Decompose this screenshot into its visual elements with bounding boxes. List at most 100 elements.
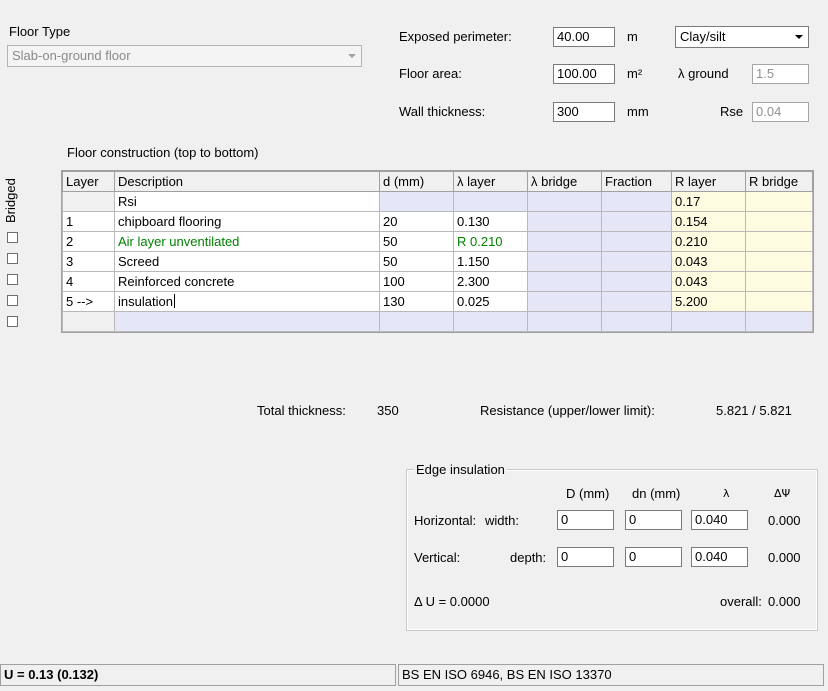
table-row[interactable]: 3 Screed 50 1.150 0.043	[62, 251, 813, 272]
layer-cell[interactable]: 4	[62, 271, 115, 292]
description-cell[interactable]: Screed	[114, 251, 380, 272]
layer-cell[interactable]: 1	[62, 211, 115, 232]
floor-area-input[interactable]: 100.00	[553, 64, 615, 84]
d-cell[interactable]: 130	[379, 291, 454, 312]
horizontal-lambda-input[interactable]: 0.040	[691, 510, 748, 530]
floor-type-select[interactable]: Slab-on-ground floor	[7, 45, 362, 67]
lambda-layer-cell[interactable]: 2.300	[453, 271, 528, 292]
bridged-checkbox-4[interactable]	[7, 295, 18, 306]
bridged-checkbox-2[interactable]	[7, 253, 18, 264]
bridged-checkbox-1[interactable]	[7, 232, 18, 243]
lambda-layer-cell[interactable]	[453, 191, 528, 212]
construction-title: Floor construction (top to bottom)	[67, 145, 259, 160]
lambda-bridge-cell[interactable]	[527, 231, 602, 252]
layer-cell[interactable]	[62, 191, 115, 212]
floor-type-value: Slab-on-ground floor	[12, 48, 131, 63]
col-header-r-bridge: R bridge	[745, 171, 813, 192]
table-row[interactable]: 5 --> insulation 130 0.025 5.200	[62, 291, 813, 312]
r-bridge-cell	[745, 191, 813, 212]
description-cell[interactable]: chipboard flooring	[114, 211, 380, 232]
table-row[interactable]: Rsi 0.17	[62, 191, 813, 212]
lambda-bridge-cell[interactable]	[527, 311, 602, 332]
exposed-perimeter-label: Exposed perimeter:	[399, 29, 512, 44]
bridged-checkbox-5[interactable]	[7, 316, 18, 327]
r-bridge-cell	[745, 271, 813, 292]
r-layer-cell: 0.210	[671, 231, 746, 252]
fraction-cell[interactable]	[601, 271, 672, 292]
description-cell-editing[interactable]: insulation	[114, 291, 380, 312]
table-row[interactable]: 1 chipboard flooring 20 0.130 0.154	[62, 211, 813, 232]
horizontal-dn-input[interactable]: 0	[625, 510, 682, 530]
soil-type-select[interactable]: Clay/silt	[675, 26, 809, 48]
col-header-r-layer: R layer	[671, 171, 746, 192]
description-edit-text[interactable]: insulation	[118, 294, 173, 309]
description-cell[interactable]: Reinforced concrete	[114, 271, 380, 292]
lambda-bridge-cell[interactable]	[527, 291, 602, 312]
d-cell[interactable]: 100	[379, 271, 454, 292]
col-header-layer: Layer	[62, 171, 115, 192]
fraction-cell[interactable]	[601, 311, 672, 332]
description-cell[interactable]: Rsi	[114, 191, 380, 212]
layer-cell[interactable]: 2	[62, 231, 115, 252]
bridged-checkbox-3[interactable]	[7, 274, 18, 285]
r-bridge-cell	[745, 291, 813, 312]
resistance-label: Resistance (upper/lower limit):	[480, 403, 655, 418]
col-header-lambda-bridge: λ bridge	[527, 171, 602, 192]
resistance-value: 5.821 / 5.821	[716, 403, 792, 418]
col-header-lambda-layer: λ layer	[453, 171, 528, 192]
lambda-bridge-cell[interactable]	[527, 251, 602, 272]
r-layer-cell: 0.043	[671, 271, 746, 292]
fraction-cell[interactable]	[601, 291, 672, 312]
total-thickness-label: Total thickness:	[257, 403, 346, 418]
fraction-cell[interactable]	[601, 231, 672, 252]
lambda-layer-cell[interactable]	[453, 311, 528, 332]
r-layer-cell: 0.154	[671, 211, 746, 232]
total-thickness-value: 350	[377, 403, 399, 418]
vertical-dn-input[interactable]: 0	[625, 547, 682, 567]
vertical-depth-input[interactable]: 0	[557, 547, 614, 567]
r-layer-cell: 5.200	[671, 291, 746, 312]
chevron-down-icon	[343, 47, 360, 65]
rse-input[interactable]: 0.04	[752, 102, 809, 122]
col-header-d: d (mm)	[379, 171, 454, 192]
r-bridge-cell	[745, 211, 813, 232]
d-cell[interactable]: 20	[379, 211, 454, 232]
fraction-cell[interactable]	[601, 251, 672, 272]
table-row-empty[interactable]	[62, 311, 813, 332]
r-layer-cell: 0.043	[671, 251, 746, 272]
overall-label: overall:	[720, 594, 762, 609]
table-row[interactable]: 4 Reinforced concrete 100 2.300 0.043	[62, 271, 813, 292]
overall-value: 0.000	[768, 594, 801, 609]
vertical-depth-label: depth:	[510, 550, 547, 565]
lambda-bridge-cell[interactable]	[527, 211, 602, 232]
description-cell[interactable]: Air layer unventilated	[114, 231, 380, 252]
delta-u-value: Δ U = 0.0000	[414, 594, 490, 609]
wall-thickness-label: Wall thickness:	[399, 104, 486, 119]
lambda-ground-label: λ ground	[678, 66, 729, 81]
lambda-layer-cell[interactable]: 0.130	[453, 211, 528, 232]
layer-cell[interactable]	[62, 311, 115, 332]
lambda-layer-cell[interactable]: 1.150	[453, 251, 528, 272]
table-row[interactable]: 2 Air layer unventilated 50 R 0.210 0.21…	[62, 231, 813, 252]
col-dpsi-label: ΔΨ	[774, 487, 791, 500]
lambda-bridge-cell[interactable]	[527, 191, 602, 212]
d-cell[interactable]: 50	[379, 251, 454, 272]
layer-cell[interactable]: 5 -->	[62, 291, 115, 312]
lambda-layer-cell[interactable]: 0.025	[453, 291, 528, 312]
vertical-lambda-input[interactable]: 0.040	[691, 547, 748, 567]
lambda-layer-cell[interactable]: R 0.210	[453, 231, 528, 252]
lambda-bridge-cell[interactable]	[527, 271, 602, 292]
d-cell[interactable]	[379, 191, 454, 212]
wall-thickness-input[interactable]: 300	[553, 102, 615, 122]
horizontal-width-input[interactable]: 0	[557, 510, 614, 530]
exposed-perimeter-input[interactable]: 40.00	[553, 27, 615, 47]
lambda-ground-input[interactable]: 1.5	[752, 64, 809, 84]
layer-cell[interactable]: 3	[62, 251, 115, 272]
d-cell[interactable]: 50	[379, 231, 454, 252]
fraction-cell[interactable]	[601, 211, 672, 232]
d-cell[interactable]	[379, 311, 454, 332]
fraction-cell[interactable]	[601, 191, 672, 212]
col-header-description: Description	[114, 171, 380, 192]
floor-area-unit: m²	[627, 66, 643, 81]
description-cell[interactable]	[114, 311, 380, 332]
